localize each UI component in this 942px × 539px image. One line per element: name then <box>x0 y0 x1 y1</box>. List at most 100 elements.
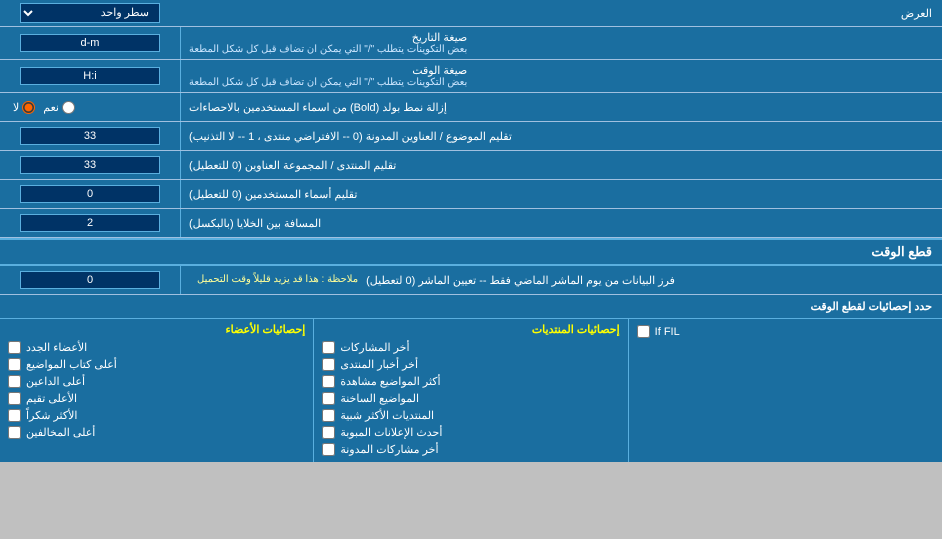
trim-forum-input-wrapper <box>0 151 180 179</box>
trim-topic-row: تقليم الموضوع / العناوين المدونة (0 -- ا… <box>0 122 942 151</box>
bold-yes-label[interactable]: نعم <box>43 101 75 114</box>
display-select-wrapper: سطر واحد سطرين ثلاثة أسطر <box>0 0 180 26</box>
time-format-input[interactable] <box>20 67 160 85</box>
most-thanks-checkbox[interactable] <box>8 409 21 422</box>
bold-label: إزالة نمط بولد (Bold) من اسماء المستخدمي… <box>180 93 942 121</box>
trim-forum-row: تقليم المنتدى / المجموعة العناوين (0 للت… <box>0 151 942 180</box>
display-label: العرض <box>180 3 942 24</box>
blog-posts-text: أخر مشاركات المدونة <box>340 443 438 456</box>
hot-topics-text: المواضيع الساخنة <box>340 392 419 405</box>
checkboxes-col-members: إحصائيات الأعضاء الأعضاء الجدد أعلى كتاب… <box>0 319 313 462</box>
blog-posts-checkbox[interactable] <box>322 443 335 456</box>
top-violators-checkbox[interactable] <box>8 426 21 439</box>
trim-forum-input[interactable] <box>20 156 160 174</box>
checkbox-blog-posts: أخر مشاركات المدونة <box>322 441 619 458</box>
cutoff-section-title: قطع الوقت <box>871 244 932 259</box>
main-container: العرض سطر واحد سطرين ثلاثة أسطر صيغة الت… <box>0 0 942 462</box>
cutoff-input-wrapper <box>0 266 180 294</box>
last-posts-text: أخر المشاركات <box>340 341 409 354</box>
cutoff-note: ملاحظة : هذا قد يزيد قليلاً وقت التحميل <box>189 272 366 289</box>
trim-forum-label: تقليم المنتدى / المجموعة العناوين (0 للت… <box>180 151 942 179</box>
checkbox-classified-ads: أحدث الإعلانات المبوبة <box>322 424 619 441</box>
cutoff-section-header: قطع الوقت <box>0 238 942 266</box>
bold-radio-wrapper: نعم لا <box>0 93 180 121</box>
checkbox-top-violators: أعلى المخالفين <box>8 424 305 441</box>
hot-topics-checkbox[interactable] <box>322 392 335 405</box>
checkboxes-col-empty: If FIL <box>628 319 942 462</box>
time-format-label: صيغة الوقت بعض التكوينات يتطلب "/" التي … <box>180 60 942 92</box>
checkbox-new-members: الأعضاء الجدد <box>8 339 305 356</box>
col1-title: إحصائيات الأعضاء <box>8 323 305 339</box>
cutoff-input[interactable] <box>20 271 160 289</box>
date-format-label: صيغة التاريخ بعض التكوينات يتطلب "/" الت… <box>180 27 942 59</box>
checkbox-forum-news: أخر أخبار المنتدى <box>322 356 619 373</box>
classified-ads-text: أحدث الإعلانات المبوبة <box>340 426 442 439</box>
checkbox-similar-forums: المنتديات الأكثر شبية <box>322 407 619 424</box>
bold-yes-text: نعم <box>43 101 59 114</box>
cutoff-label: فرز البيانات من يوم الماشر الماضي فقط --… <box>180 266 942 294</box>
if-fil-checkbox[interactable] <box>637 325 650 338</box>
similar-forums-text: المنتديات الأكثر شبية <box>340 409 434 422</box>
cell-spacing-label: المسافة بين الخلايا (بالبكسل) <box>180 209 942 237</box>
date-format-input-wrapper <box>0 27 180 59</box>
cutoff-main-text: فرز البيانات من يوم الماشر الماضي فقط --… <box>366 274 675 287</box>
bold-radio-group: نعم لا <box>5 97 175 118</box>
checkbox-top-posters: أعلى كتاب المواضيع <box>8 356 305 373</box>
display-row: العرض سطر واحد سطرين ثلاثة أسطر <box>0 0 942 27</box>
cell-spacing-input-wrapper <box>0 209 180 237</box>
checkbox-most-thanks: الأكثر شكراً <box>8 407 305 424</box>
date-format-input[interactable] <box>20 34 160 52</box>
last-posts-checkbox[interactable] <box>322 341 335 354</box>
limit-label: حدد إحصائيات لقطع الوقت <box>811 301 932 313</box>
most-viewed-text: أكثر المواضيع مشاهدة <box>340 375 440 388</box>
top-posters-checkbox[interactable] <box>8 358 21 371</box>
date-format-text: صيغة التاريخ بعض التكوينات يتطلب "/" الت… <box>189 31 467 55</box>
if-fil-text: If FIL <box>655 326 680 338</box>
most-viewed-checkbox[interactable] <box>322 375 335 388</box>
cell-spacing-input[interactable] <box>20 214 160 232</box>
forum-news-checkbox[interactable] <box>322 358 335 371</box>
trim-users-input-wrapper <box>0 180 180 208</box>
new-members-checkbox[interactable] <box>8 341 21 354</box>
cell-spacing-row: المسافة بين الخلايا (بالبكسل) <box>0 209 942 238</box>
col2-title: إحصائيات المنتديات <box>322 323 619 339</box>
similar-forums-checkbox[interactable] <box>322 409 335 422</box>
forum-news-text: أخر أخبار المنتدى <box>340 358 418 371</box>
classified-ads-checkbox[interactable] <box>322 426 335 439</box>
trim-topic-label: تقليم الموضوع / العناوين المدونة (0 -- ا… <box>180 122 942 150</box>
limit-row: حدد إحصائيات لقطع الوقت <box>0 295 942 319</box>
checkbox-top-rated: الأعلى تقيم <box>8 390 305 407</box>
time-format-row: صيغة الوقت بعض التكوينات يتطلب "/" التي … <box>0 60 942 93</box>
bold-no-text: لا <box>13 101 19 114</box>
top-violators-text: أعلى المخالفين <box>26 426 95 439</box>
trim-users-label: تقليم أسماء المستخدمين (0 للتعطيل) <box>180 180 942 208</box>
checkbox-last-posts: أخر المشاركات <box>322 339 619 356</box>
time-format-sublabel: بعض التكوينات يتطلب "/" التي يمكن ان تضا… <box>189 77 467 88</box>
date-format-sublabel: بعض التكوينات يتطلب "/" التي يمكن ان تضا… <box>189 44 467 55</box>
checkbox-if-fil: If FIL <box>637 323 934 340</box>
bold-yes-radio[interactable] <box>62 101 75 114</box>
checkbox-hot-topics: المواضيع الساخنة <box>322 390 619 407</box>
trim-users-row: تقليم أسماء المستخدمين (0 للتعطيل) <box>0 180 942 209</box>
top-rated-checkbox[interactable] <box>8 392 21 405</box>
time-format-input-wrapper <box>0 60 180 92</box>
cutoff-row: فرز البيانات من يوم الماشر الماضي فقط --… <box>0 266 942 295</box>
trim-topic-input-wrapper <box>0 122 180 150</box>
most-thanks-text: الأكثر شكراً <box>26 409 77 422</box>
checkboxes-col-forums: إحصائيات المنتديات أخر المشاركات أخر أخب… <box>313 319 627 462</box>
trim-users-input[interactable] <box>20 185 160 203</box>
display-select[interactable]: سطر واحد سطرين ثلاثة أسطر <box>20 3 160 23</box>
new-members-text: الأعضاء الجدد <box>26 341 87 354</box>
trim-topic-input[interactable] <box>20 127 160 145</box>
bold-row: إزالة نمط بولد (Bold) من اسماء المستخدمي… <box>0 93 942 122</box>
date-format-row: صيغة التاريخ بعض التكوينات يتطلب "/" الت… <box>0 27 942 60</box>
top-inviters-checkbox[interactable] <box>8 375 21 388</box>
checkbox-most-viewed: أكثر المواضيع مشاهدة <box>322 373 619 390</box>
checkboxes-area: If FIL إحصائيات المنتديات أخر المشاركات … <box>0 319 942 462</box>
checkbox-top-inviters: أعلى الداعين <box>8 373 305 390</box>
top-rated-text: الأعلى تقيم <box>26 392 77 405</box>
top-posters-text: أعلى كتاب المواضيع <box>26 358 117 371</box>
bold-no-radio[interactable] <box>22 101 35 114</box>
time-format-text: صيغة الوقت بعض التكوينات يتطلب "/" التي … <box>189 64 467 88</box>
bold-no-label[interactable]: لا <box>13 101 35 114</box>
